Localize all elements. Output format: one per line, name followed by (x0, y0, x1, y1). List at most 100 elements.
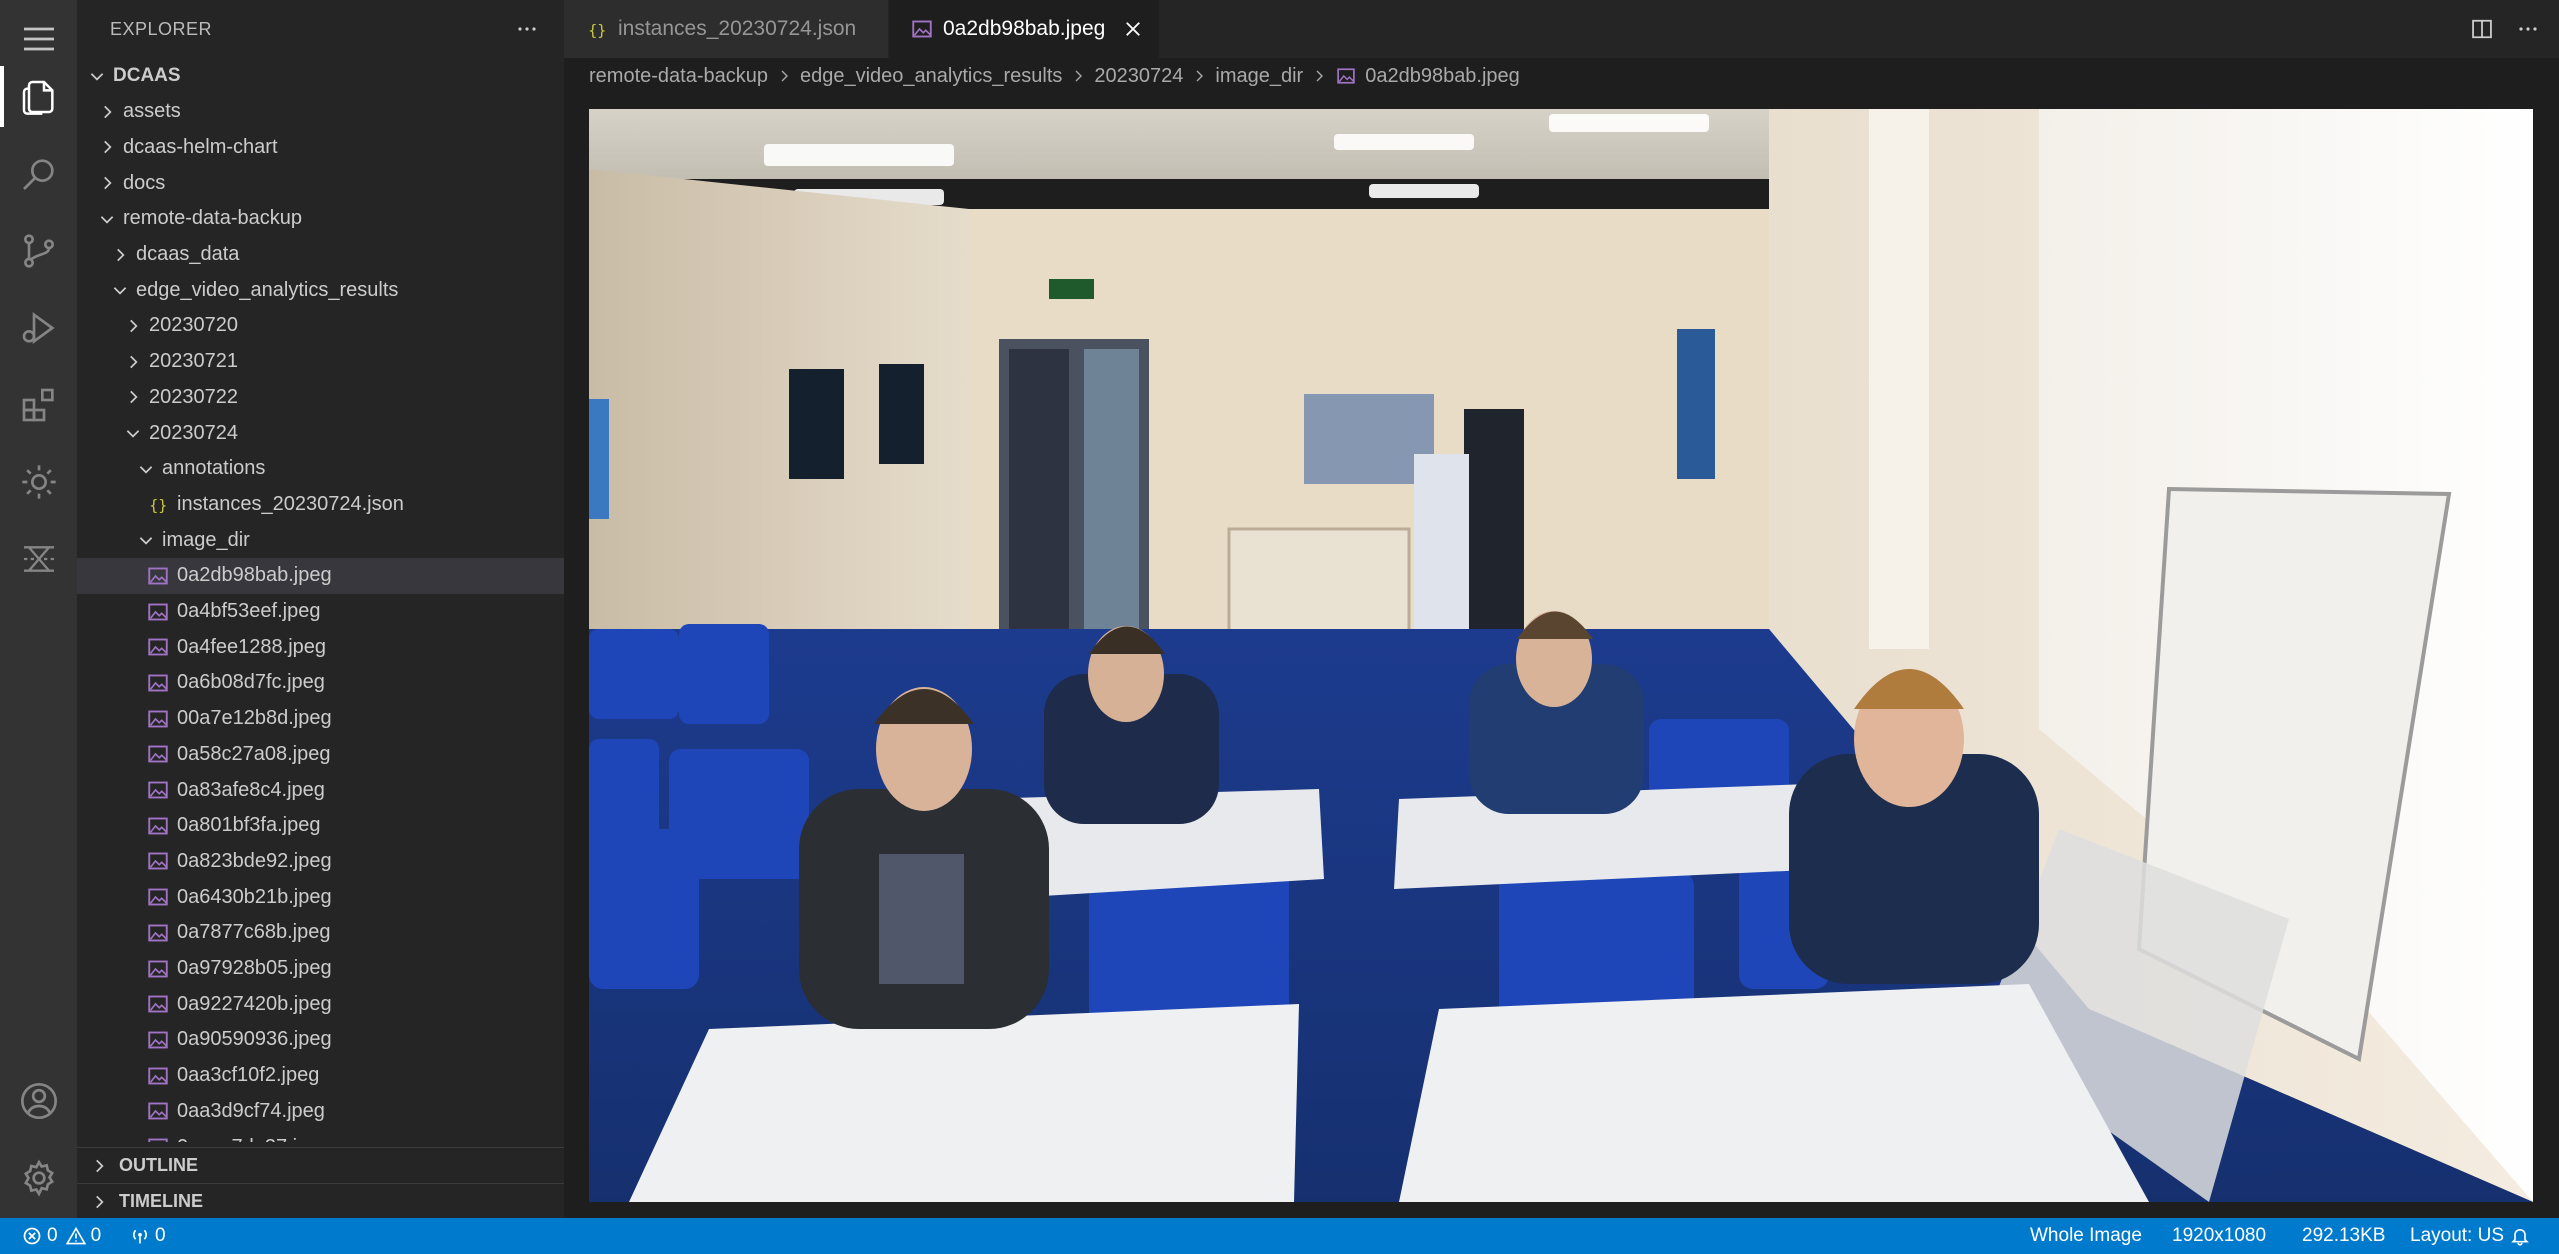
file-item[interactable]: 0a6430b21b.jpeg (77, 879, 564, 915)
more-actions-icon[interactable] (512, 14, 542, 44)
folder-item[interactable]: dcaas_data (77, 237, 564, 273)
tree-item-label: 0aaac7da37.jpeg (177, 1136, 330, 1143)
file-item[interactable]: 00a7e12b8d.jpeg (77, 701, 564, 737)
chevron-right-icon (772, 64, 796, 88)
notifications-bell-icon[interactable] (2510, 1218, 2535, 1254)
chevron-right-icon (108, 243, 132, 267)
folder-item[interactable]: 20230724 (77, 415, 564, 451)
folder-item[interactable]: 20230722 (77, 379, 564, 415)
folder-item[interactable]: annotations (77, 451, 564, 487)
extensions-icon[interactable] (0, 366, 77, 443)
chevron-right-icon (87, 1190, 111, 1214)
folder-item[interactable]: 20230721 (77, 344, 564, 380)
tree-item-label: 0a6b08d7fc.jpeg (177, 671, 325, 694)
chevron-right-icon (1307, 64, 1331, 88)
outline-section[interactable]: OUTLINE (77, 1147, 564, 1183)
run-debug-icon[interactable] (0, 289, 77, 366)
account-icon[interactable] (0, 1062, 77, 1139)
image-file-icon (147, 1029, 169, 1051)
breadcrumb-item[interactable]: remote-data-backup (589, 65, 768, 88)
chevron-down-icon (121, 421, 145, 445)
tree-item-label: 00a7e12b8d.jpeg (177, 707, 332, 730)
folder-item[interactable]: docs (77, 165, 564, 201)
search-icon[interactable] (0, 135, 77, 212)
source-control-icon[interactable] (0, 212, 77, 289)
tree-item-label: 0a4bf53eef.jpeg (177, 600, 321, 622)
file-item[interactable]: 0a823bde92.jpeg (77, 843, 564, 879)
tree-item-label: 0a90590936.jpeg (177, 1028, 332, 1051)
chevron-down-icon (134, 457, 158, 481)
file-item[interactable]: 0a58c27a08.jpeg (77, 736, 564, 772)
tree-item-label: 0a2db98bab.jpeg (177, 564, 332, 587)
workspace-root[interactable]: DCAAS (77, 58, 564, 94)
image-file-icon (147, 672, 169, 694)
file-item[interactable]: 0a9227420b.jpeg (77, 986, 564, 1022)
close-icon[interactable] (1119, 15, 1147, 43)
folder-item[interactable]: dcaas-helm-chart (77, 129, 564, 165)
file-tree: DCAAS assets dcaas-helm-chart docs remote-da… (77, 58, 564, 1142)
tree-item-label: 0a58c27a08.jpeg (177, 742, 331, 765)
image-file-icon (147, 565, 169, 587)
file-item[interactable]: 0aa3cf10f2.jpeg (77, 1058, 564, 1094)
tree-item-label: 0a9227420b.jpeg (177, 992, 332, 1015)
remote-explorer-icon[interactable] (0, 443, 77, 520)
chevron-right-icon (1187, 64, 1211, 88)
problems-indicator[interactable]: 0 0 (22, 1218, 101, 1254)
error-count: 0 (47, 1225, 58, 1246)
breadcrumb-item[interactable]: edge_video_analytics_results (800, 65, 1062, 88)
image-file-icon (147, 743, 169, 765)
file-item[interactable]: 0a90590936.jpeg (77, 1022, 564, 1058)
error-icon (23, 1227, 41, 1245)
split-editor-icon[interactable] (2465, 12, 2499, 46)
file-item[interactable]: 0a4fee1288.jpeg (77, 629, 564, 665)
tab-image-jpeg[interactable]: 0a2db98bab.jpeg (889, 0, 1159, 58)
tree-item-label: edge_video_analytics_results (136, 278, 399, 301)
tab-label: instances_20230724.json (618, 17, 857, 40)
timeline-section[interactable]: TIMELINE (77, 1183, 564, 1219)
image-file-icon (147, 958, 169, 980)
file-item[interactable]: 0a6b08d7fc.jpeg (77, 665, 564, 701)
folder-item[interactable]: remote-data-backup (77, 201, 564, 237)
file-item[interactable]: 0a801bf3fa.jpeg (77, 808, 564, 844)
file-size: 292.13KB (2302, 1225, 2386, 1246)
tree-item-label: docs (123, 171, 166, 194)
explorer-sidebar: EXPLORER DCAAS assets dcaas-helm-chart docs… (77, 0, 564, 1218)
folder-item[interactable]: assets (77, 94, 564, 130)
image-preview[interactable] (589, 109, 2533, 1202)
tree-item-label: remote-data-backup (123, 207, 302, 230)
file-item[interactable]: 0a2db98bab.jpeg (77, 557, 564, 594)
chevron-right-icon (121, 350, 145, 374)
folder-item[interactable]: edge_video_analytics_results (77, 272, 564, 308)
tree-item-label: 20230720 (149, 314, 238, 337)
keyboard-layout[interactable]: Layout: US (2410, 1218, 2504, 1254)
more-actions-icon[interactable] (2511, 12, 2545, 46)
zoom-status[interactable]: Whole Image (2030, 1218, 2142, 1254)
image-file-icon (147, 850, 169, 872)
tree-item-label: annotations (162, 457, 266, 480)
file-item[interactable]: 0a97928b05.jpeg (77, 951, 564, 987)
breadcrumb-item[interactable]: 20230724 (1094, 65, 1183, 88)
file-item[interactable]: 0a7877c68b.jpeg (77, 915, 564, 951)
file-item[interactable]: {} instances_20230724.json (77, 486, 564, 522)
tree-item-label: instances_20230724.json (177, 492, 404, 515)
kubernetes-icon[interactable] (0, 520, 77, 597)
folder-item[interactable]: 20230720 (77, 308, 564, 344)
file-item[interactable]: 0a4bf53eef.jpeg (77, 594, 564, 630)
tree-item-label: 20230721 (149, 350, 238, 373)
manage-gear-icon[interactable] (0, 1139, 77, 1216)
image-file-icon (147, 636, 169, 658)
timeline-label: TIMELINE (119, 1191, 203, 1211)
json-file-icon: {} (586, 18, 608, 40)
file-item[interactable]: 0aa3d9cf74.jpeg (77, 1093, 564, 1129)
explorer-icon[interactable] (0, 58, 77, 135)
image-file-icon (911, 18, 933, 40)
ports-indicator[interactable]: 0 (130, 1218, 166, 1254)
file-item[interactable]: 0a83afe8c4.jpeg (77, 772, 564, 808)
image-file-icon (147, 708, 169, 730)
breadcrumb-item[interactable]: image_dir (1215, 65, 1303, 88)
breadcrumb-item[interactable]: 0a2db98bab.jpeg (1365, 65, 1520, 88)
folder-item[interactable]: image_dir (77, 522, 564, 558)
file-item[interactable]: 0aaac7da37.jpeg (77, 1129, 564, 1142)
tab-instances-json[interactable]: {} instances_20230724.json (564, 0, 888, 58)
tree-item-label: 0aa3d9cf74.jpeg (177, 1099, 325, 1122)
